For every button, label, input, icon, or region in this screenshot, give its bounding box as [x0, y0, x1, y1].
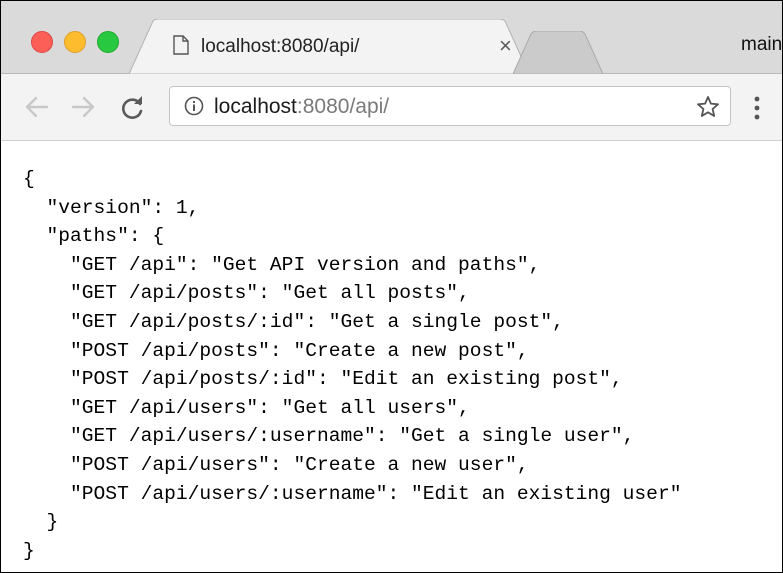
- close-window-button[interactable]: [31, 31, 53, 53]
- maximize-window-button[interactable]: [97, 31, 119, 53]
- json-line: }: [23, 511, 59, 534]
- json-line: "GET /api": "Get API version and paths",: [23, 253, 541, 276]
- url-host: localhost: [214, 95, 297, 118]
- json-line: "GET /api/users": "Get all users",: [23, 396, 470, 419]
- json-line: "paths": {: [23, 225, 165, 248]
- back-arrow-icon[interactable]: [25, 96, 49, 118]
- new-tab-button[interactable]: [513, 31, 603, 74]
- json-line: "GET /api/posts/:id": "Get a single post…: [23, 310, 564, 333]
- profile-label[interactable]: main: [741, 34, 782, 56]
- address-bar[interactable]: localhost:8080/api/: [169, 86, 731, 126]
- url-path: :8080/api/: [296, 95, 390, 118]
- json-line: "POST /api/posts": "Create a new post",: [23, 339, 529, 362]
- browser-window: localhost:8080/api/ × main localhost:808…: [0, 0, 783, 573]
- reload-icon[interactable]: [121, 96, 145, 120]
- browser-toolbar: localhost:8080/api/: [1, 74, 782, 141]
- document-icon: [173, 35, 189, 55]
- url-text[interactable]: localhost:8080/api/: [214, 95, 389, 119]
- json-line: "POST /api/users": "Create a new user",: [23, 453, 529, 476]
- forward-arrow-icon[interactable]: [71, 96, 95, 118]
- info-icon[interactable]: [184, 96, 204, 116]
- kebab-menu-icon[interactable]: [753, 96, 761, 120]
- json-line: "GET /api/users/:username": "Get a singl…: [23, 425, 635, 448]
- tab-close-icon[interactable]: ×: [499, 35, 512, 57]
- bookmark-star-icon[interactable]: [696, 95, 720, 119]
- json-line: "POST /api/posts/:id": "Edit an existing…: [23, 368, 623, 391]
- tab-title: localhost:8080/api/: [201, 36, 360, 57]
- json-line: {: [23, 168, 35, 190]
- minimize-window-button[interactable]: [64, 31, 86, 53]
- tab-strip: localhost:8080/api/ × main: [1, 1, 782, 74]
- json-response: { "version": 1, "paths": { "GET /api": "…: [23, 165, 681, 565]
- json-line: }: [23, 539, 35, 562]
- json-line: "POST /api/users/:username": "Edit an ex…: [23, 482, 682, 505]
- json-line: "version": 1,: [23, 196, 200, 219]
- json-line: "GET /api/posts": "Get all posts",: [23, 282, 470, 305]
- page-content: { "version": 1, "paths": { "GET /api": "…: [1, 141, 782, 572]
